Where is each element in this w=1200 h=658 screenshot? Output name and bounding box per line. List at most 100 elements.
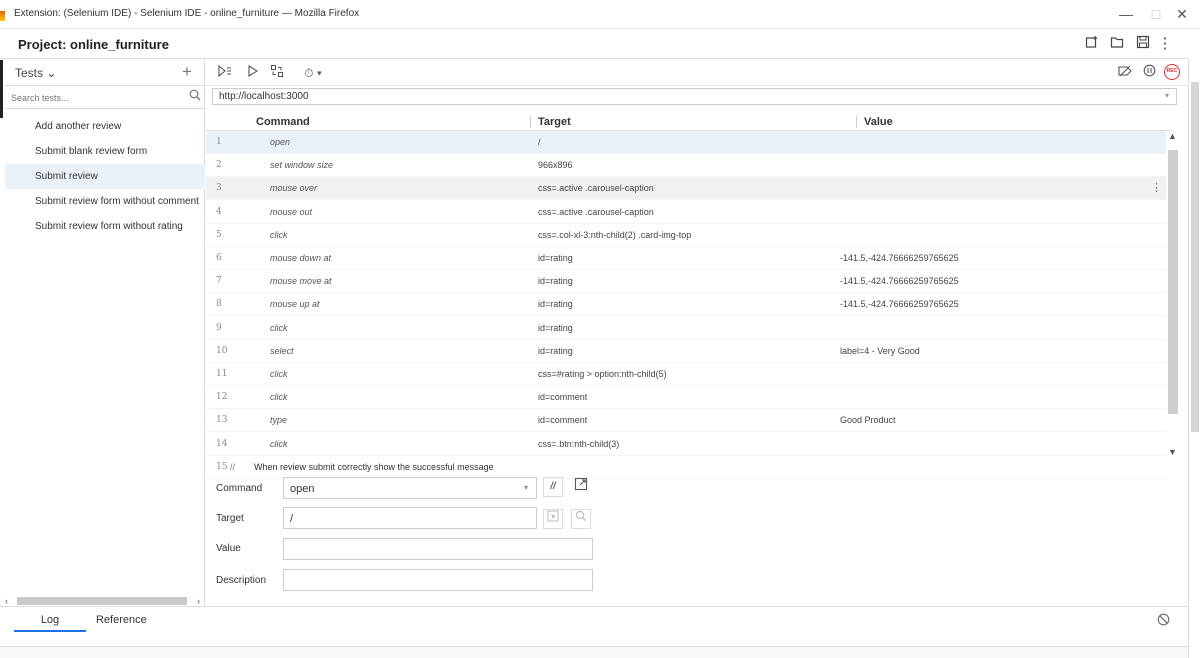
target-input[interactable]: / [283,507,537,529]
row-target: css=.btn:nth-child(3) [538,438,620,449]
window-vertical-scrollbar[interactable] [1188,60,1200,658]
scroll-left-icon[interactable]: ‹ [5,596,8,606]
scrollbar-thumb[interactable] [1168,150,1178,414]
open-project-icon[interactable] [1108,35,1126,53]
row-value: -141.5,-424.76666259765625 [840,299,959,310]
row-value: -141.5,-424.76666259765625 [840,276,959,287]
table-row[interactable]: 4 mouse out css=.active .carousel-caption [206,201,1166,224]
scroll-right-icon[interactable]: › [197,596,200,606]
open-reference-icon[interactable] [571,477,591,497]
table-row[interactable]: 2 set window size 966x896 [206,154,1166,178]
disable-breakpoints-icon[interactable] [1116,64,1134,82]
command-combobox[interactable]: open ▾ [283,477,537,499]
scroll-down-icon[interactable]: ▼ [1168,447,1177,457]
more-options-icon[interactable]: ⋮ [1156,35,1174,53]
row-command: mouse down at [270,253,332,263]
clear-log-icon[interactable] [1157,613,1170,629]
chevron-down-icon[interactable]: ▾ [524,483,528,492]
row-number: 7 [216,276,222,287]
row-number: 6 [216,253,222,263]
table-row[interactable]: 7 mouse move at id=rating -141.5,-424.76666… [206,270,1166,294]
scroll-up-icon[interactable]: ▲ [1168,131,1177,141]
table-row[interactable]: 3 mouse over css=.active .carousel-caption… [206,177,1166,201]
command-value: open [290,483,315,495]
table-row[interactable]: 10 select id=rating label=4 - Very Good [206,340,1166,363]
table-row[interactable]: 8 mouse up at id=rating -141.5,-424.7666625… [206,293,1166,317]
row-number: 8 [216,299,222,310]
scrollbar-thumb[interactable] [17,597,187,605]
test-toolbar: ⏱ ▾ REC [206,60,1188,86]
row-number: 4 [216,206,222,217]
value-input[interactable] [283,538,593,560]
row-target: / [538,137,541,147]
row-number: 15 [216,461,228,472]
find-target-icon[interactable] [571,509,591,529]
target-label: Target [216,513,244,524]
table-row[interactable]: 11 click css=#rating > option:nth-child(5) [206,363,1166,386]
row-command: mouse over [270,183,318,194]
tab-log[interactable]: Log [14,610,86,632]
tests-dropdown[interactable]: Tests ⌄ [15,66,56,80]
run-current-test-icon[interactable] [244,64,262,82]
test-item-submit-review[interactable]: Submit review [5,164,205,189]
row-command: click [270,322,288,333]
row-command: select [270,345,294,356]
row-comment-text: When review submit correctly show the su… [254,461,494,472]
add-test-button[interactable]: + [182,62,192,82]
search-tests-input[interactable] [11,90,181,106]
table-row[interactable]: 14 click css=.btn:nth-child(3) [206,433,1166,456]
row-number: 14 [216,438,228,449]
row-target: css=.active .carousel-caption [538,183,654,194]
row-target: id=rating [538,276,573,287]
column-divider [530,116,531,128]
pause-on-exceptions-icon[interactable] [1140,64,1158,82]
chevron-down-icon[interactable]: ▾ [1165,91,1169,100]
row-value: label=4 - Very Good [840,345,920,356]
test-item-submit-blank-review-form[interactable]: Submit blank review form [5,139,205,164]
minimize-button[interactable]: — [1112,4,1140,24]
select-target-icon[interactable] [543,509,563,529]
table-row[interactable]: 5 click css=.col-xl-3:nth-child(2) .card-i… [206,224,1166,247]
base-url-field[interactable]: http://localhost:3000 ▾ [212,88,1177,105]
scrollbar-thumb[interactable] [1191,82,1199,432]
run-all-tests-icon[interactable] [216,64,234,82]
row-target: id=rating [538,345,573,356]
sidebar-horizontal-scrollbar[interactable]: ‹ › [5,596,204,606]
save-project-icon[interactable] [1134,35,1152,53]
row-target: css=.col-xl-3:nth-child(2) .card-img-top [538,229,692,240]
row-target: id=comment [538,392,588,403]
base-url-value: http://localhost:3000 [219,91,309,102]
test-item-submit-review-without-comment[interactable]: Submit review form without comment [5,189,205,214]
table-row[interactable]: 13 type id=comment Good Product [206,409,1166,433]
execution-speed-dropdown[interactable]: ⏱ ▾ [296,64,330,82]
table-row[interactable]: 12 click id=comment [206,386,1166,410]
table-row-comment[interactable]: 15// When review submit correctly show th… [206,456,1166,479]
row-command: mouse out [270,206,313,217]
description-input[interactable] [283,569,593,591]
step-over-icon[interactable] [268,64,286,82]
table-row[interactable]: 9 click id=rating [206,317,1166,340]
test-item-add-another-review[interactable]: Add another review [5,114,205,139]
row-target: id=rating [538,299,573,310]
project-bar: Project: online_furniture ⋮ [0,29,1188,59]
test-item-submit-review-without-rating[interactable]: Submit review form without rating [5,214,205,239]
value-label: Value [216,543,241,554]
row-command: click [270,229,288,240]
record-button-icon[interactable]: REC [1164,64,1180,80]
row-target: css=.active .carousel-caption [538,206,654,217]
tab-reference[interactable]: Reference [96,610,147,630]
maximize-button[interactable]: □ [1142,4,1170,24]
row-target: id=rating [538,253,573,263]
new-project-icon[interactable] [1083,35,1101,53]
row-command: mouse move at [270,276,332,287]
table-row[interactable]: 1 open / [206,131,1166,154]
table-vertical-scrollbar[interactable]: ▲ ▼ [1166,131,1180,461]
firefox-logo-icon [0,11,5,21]
description-label: Description [216,575,267,586]
table-row[interactable]: 6 mouse down at id=rating -141.5,-424.76666… [206,247,1166,270]
toggle-comment-button[interactable]: // [543,477,563,497]
row-menu-icon[interactable]: ⋮ [1151,181,1162,194]
row-number: 3 [216,183,222,194]
window-edge [0,60,3,118]
close-button[interactable]: ✕ [1168,4,1196,24]
